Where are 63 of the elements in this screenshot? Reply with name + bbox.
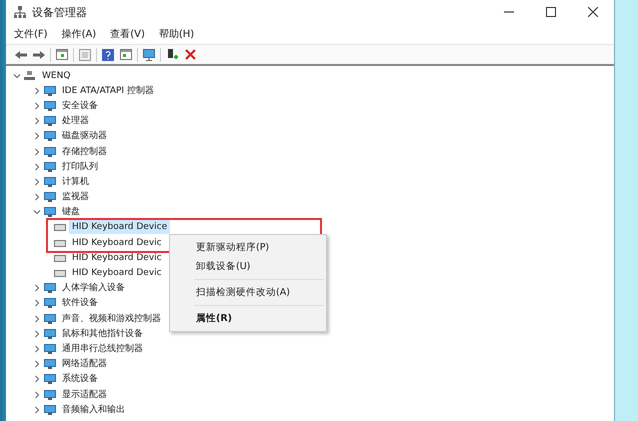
tree-item[interactable]: 声音、视频和游戏控制器	[59, 312, 164, 326]
monitor-icon[interactable]	[142, 48, 156, 62]
tree-item[interactable]: HID Keyboard Device	[69, 220, 170, 234]
device-icon	[44, 86, 56, 96]
device-icon	[44, 344, 56, 354]
tree-item[interactable]: 网络适配器	[59, 357, 110, 372]
keyboard-icon	[54, 268, 66, 278]
keyboard-icon	[54, 252, 66, 263]
context-menu-item[interactable]: 扫描检测硬件改动(A)	[170, 283, 326, 302]
properties-icon[interactable]	[78, 48, 92, 62]
tree-item[interactable]: 通用串行总线控制器	[59, 342, 146, 356]
device-icon	[44, 390, 56, 400]
window-icon[interactable]	[55, 48, 69, 62]
tree-item[interactable]: 计算机	[59, 174, 92, 189]
device-icon	[44, 146, 56, 157]
device-icon	[44, 192, 56, 202]
context-menu-item[interactable]: 更新驱动程序(P)	[170, 238, 326, 257]
help-icon[interactable]	[101, 48, 115, 62]
maximize-icon[interactable]	[546, 7, 556, 17]
delete-icon[interactable]	[183, 48, 197, 62]
keyboard-icon	[54, 222, 66, 232]
device-icon	[44, 162, 56, 172]
tree-item[interactable]: 存储控制器	[59, 144, 110, 159]
device-icon	[44, 100, 56, 111]
tree-item[interactable]: 安全设备	[59, 98, 101, 113]
device-icon	[44, 207, 56, 218]
device-icon	[44, 116, 56, 126]
menu-item[interactable]: 帮助(H)	[158, 27, 194, 41]
menu-item[interactable]: 查看(V)	[110, 27, 145, 41]
tree-item[interactable]: HID Keyboard Devic	[69, 236, 165, 250]
close-icon[interactable]	[588, 7, 598, 17]
context-menu-item[interactable]: 卸载设备(U)	[170, 257, 326, 276]
tree-item[interactable]: IDE ATA/ATAPI 控制器	[59, 84, 157, 98]
tree-item[interactable]: 处理器	[59, 114, 92, 128]
tree-item[interactable]: WENQ	[39, 68, 74, 83]
tree-item[interactable]: 打印队列	[59, 160, 101, 174]
tree-item[interactable]: 监视器	[59, 190, 92, 204]
tree-item[interactable]: 系统设备	[59, 372, 101, 386]
window-title: 设备管理器	[32, 4, 88, 20]
context-menu-item[interactable]: 属性(R)	[170, 309, 326, 328]
tree-item[interactable]: 人体学输入设备	[59, 281, 128, 296]
device-icon	[44, 374, 56, 384]
keyboard-icon	[54, 238, 66, 248]
device-icon	[44, 131, 56, 142]
tree-item[interactable]: 键盘	[59, 205, 83, 220]
tree-item[interactable]: 鼠标和其他指针设备	[59, 326, 146, 341]
window-icon[interactable]	[119, 48, 133, 62]
plug-add-icon[interactable]	[165, 48, 179, 62]
device-icon	[44, 283, 56, 294]
device-icon	[44, 298, 56, 308]
device-icon	[44, 176, 56, 187]
device-icon	[44, 314, 56, 324]
device-icon	[44, 328, 56, 339]
tree-item[interactable]: HID Keyboard Devic	[69, 266, 165, 280]
tree-item[interactable]: 音频输入和输出	[59, 402, 128, 417]
device-icon	[44, 359, 56, 370]
menu-item[interactable]: 操作(A)	[62, 27, 96, 41]
menu-item[interactable]: 文件(F)	[14, 27, 48, 41]
tree-item[interactable]: 显示适配器	[59, 388, 110, 402]
device-icon	[44, 404, 56, 415]
tree-item[interactable]: 软件设备	[59, 296, 101, 310]
tree-item[interactable]: 磁盘驱动器	[59, 129, 110, 144]
tree-item[interactable]: HID Keyboard Devic	[69, 250, 165, 265]
